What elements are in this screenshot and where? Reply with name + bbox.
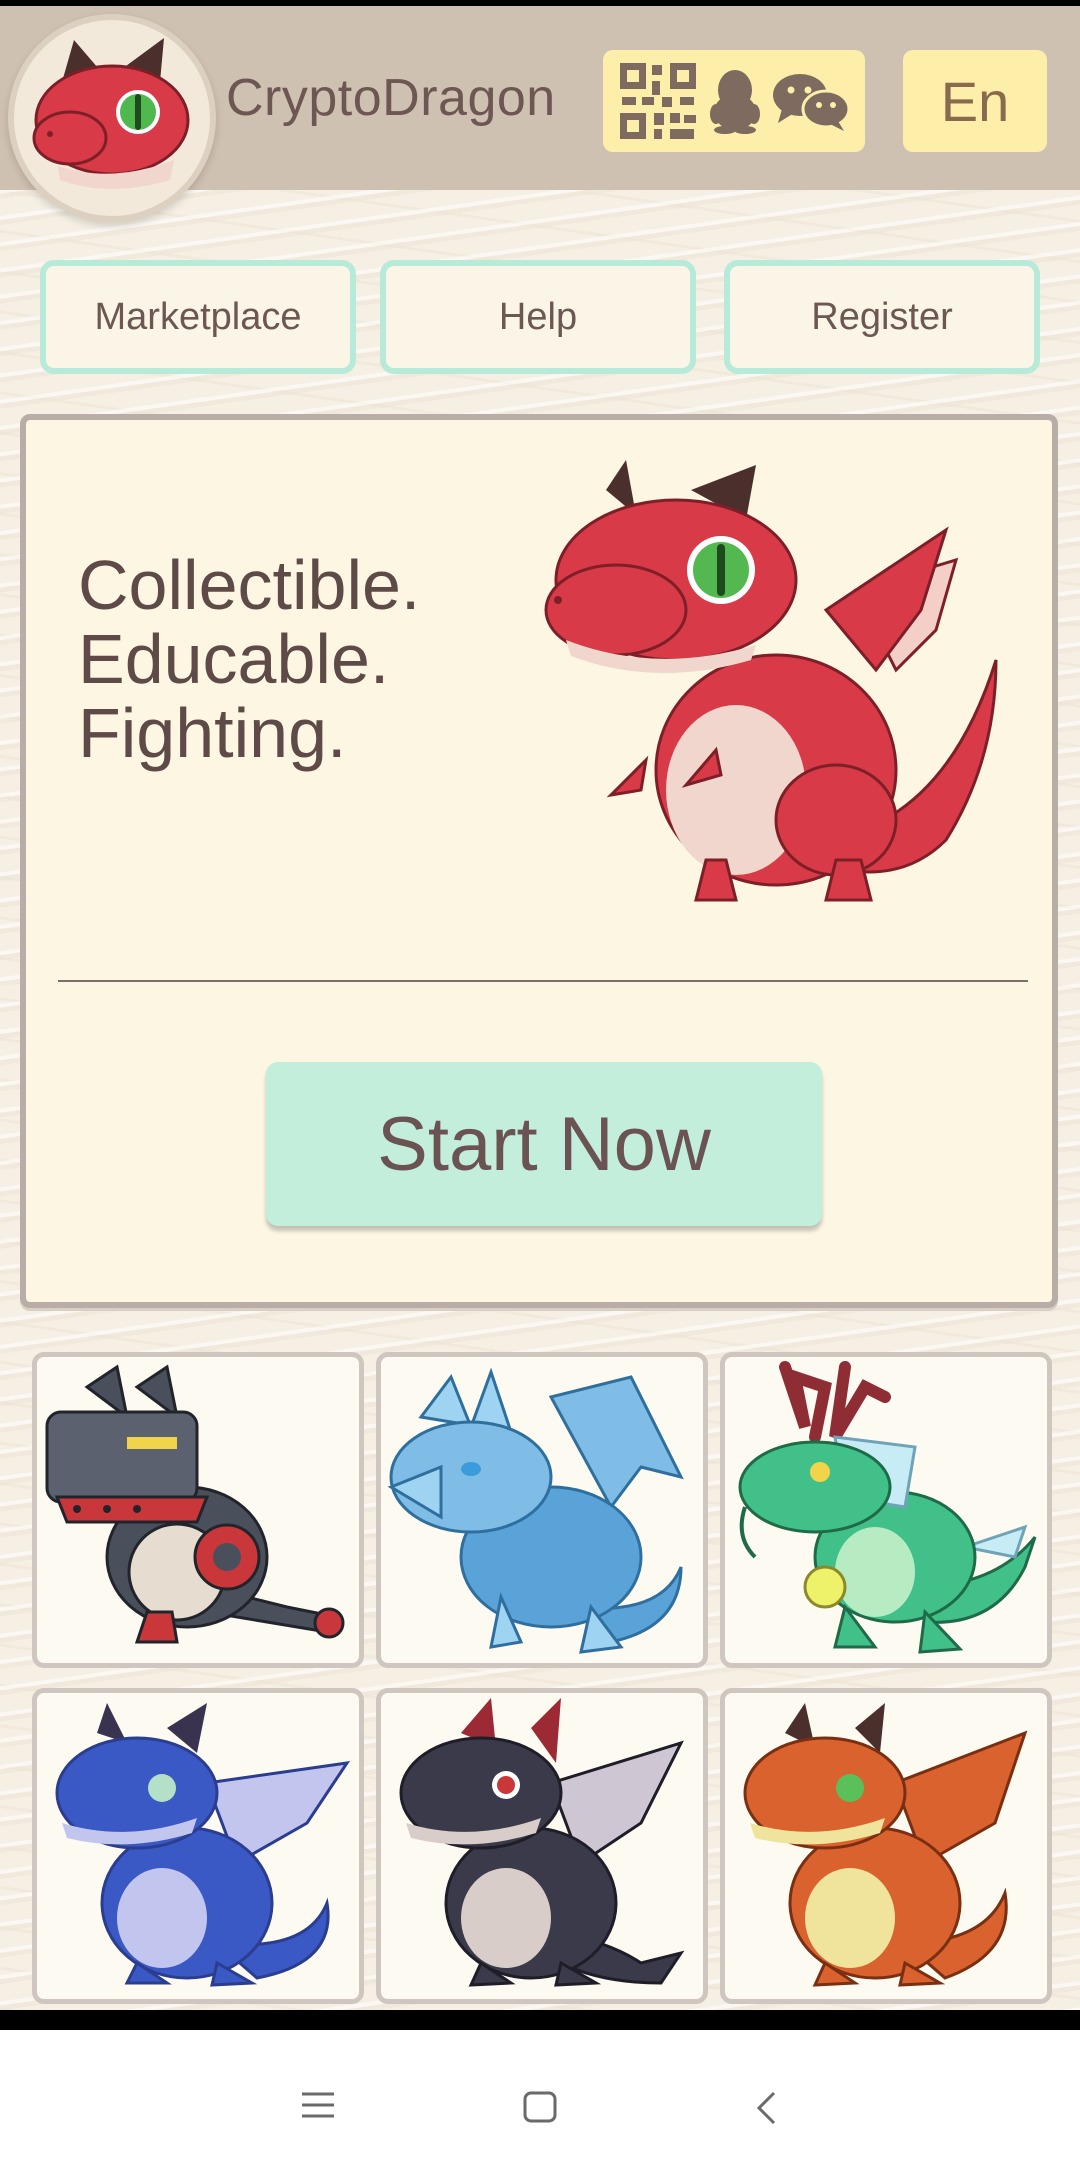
wechat-icon[interactable] bbox=[772, 71, 850, 131]
qq-icon[interactable] bbox=[708, 68, 762, 134]
system-navigation-bar bbox=[0, 2030, 1080, 2160]
start-now-button[interactable]: Start Now bbox=[266, 1062, 822, 1226]
home-icon[interactable] bbox=[522, 2090, 558, 2124]
ice-dragon-image bbox=[387, 1367, 684, 1654]
nav-help-button[interactable]: Help bbox=[380, 260, 696, 374]
tagline-line-1: Collectible. bbox=[78, 546, 421, 624]
blue-dragon-image bbox=[55, 1703, 351, 1987]
dragon-card-mech[interactable] bbox=[32, 1352, 364, 1668]
hero-red-dragon-illustration bbox=[544, 460, 998, 902]
language-button[interactable]: En bbox=[903, 50, 1047, 152]
social-links-button[interactable] bbox=[603, 50, 865, 152]
mech-dragon-image bbox=[45, 1364, 345, 1644]
tagline-line-3: Fighting. bbox=[78, 694, 347, 772]
nav-register-button[interactable]: Register bbox=[724, 260, 1040, 374]
hero-panel: Collectible. Educable. Fighting. Start N… bbox=[20, 414, 1058, 1308]
dragon-card-shadow[interactable] bbox=[376, 1688, 708, 2004]
nav-marketplace-button[interactable]: Marketplace bbox=[40, 260, 356, 374]
shadow-dragon-image bbox=[399, 1698, 685, 1987]
dragon-card-ice[interactable] bbox=[376, 1352, 708, 1668]
qr-code-icon[interactable] bbox=[618, 61, 698, 141]
hero-divider bbox=[58, 980, 1028, 982]
back-icon[interactable] bbox=[754, 2090, 778, 2126]
orange-dragon-image bbox=[743, 1703, 1028, 1987]
dragon-card-orange[interactable] bbox=[720, 1688, 1052, 2004]
screen-bottom-edge bbox=[0, 2010, 1080, 2030]
dragon-card-blue[interactable] bbox=[32, 1688, 364, 2004]
app-logo[interactable] bbox=[8, 14, 216, 222]
app-screen: CryptoDragon En Marketplace Help Registe… bbox=[0, 6, 1080, 2010]
menu-icon[interactable] bbox=[300, 2090, 336, 2120]
jade-dragon-image bbox=[738, 1361, 1037, 1654]
tagline-line-2: Educable. bbox=[78, 620, 390, 698]
red-dragon-head-icon bbox=[32, 38, 190, 189]
hero-tagline: Collectible. Educable. Fighting. bbox=[78, 548, 420, 770]
dragon-card-jade[interactable] bbox=[720, 1352, 1052, 1668]
app-title: CryptoDragon bbox=[226, 69, 556, 127]
